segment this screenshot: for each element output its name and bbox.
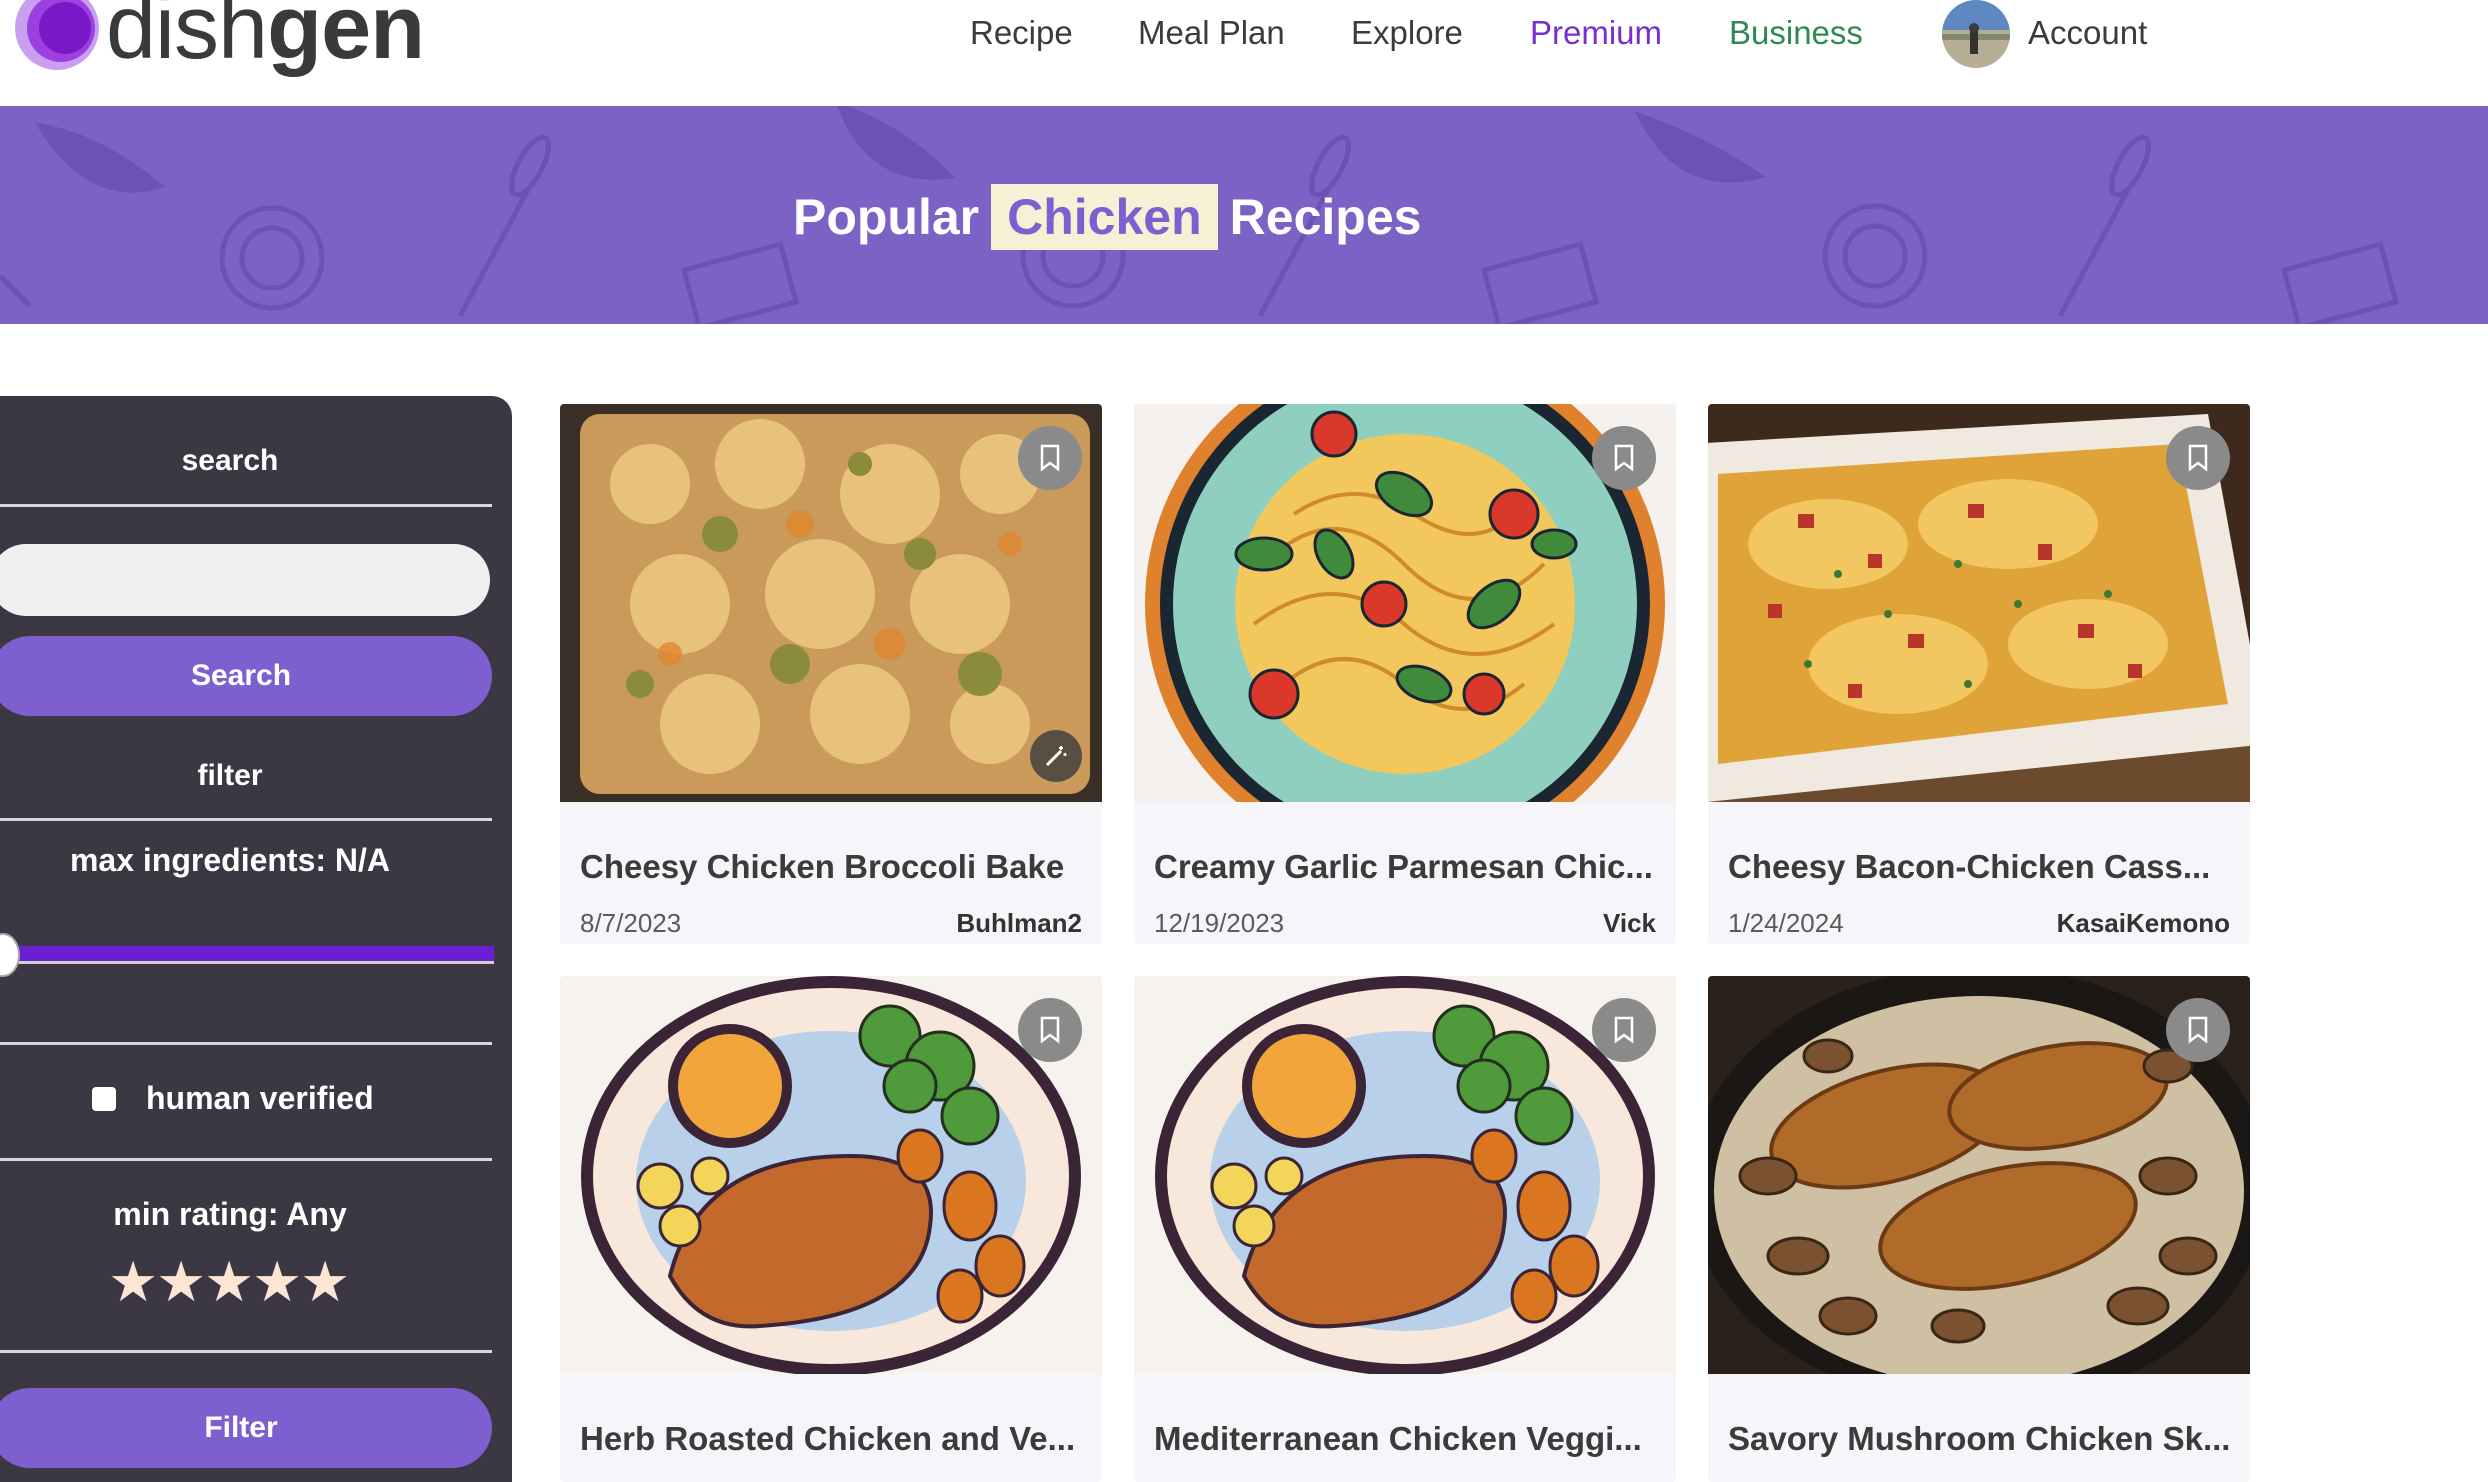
nav-premium[interactable]: Premium xyxy=(1530,14,1662,52)
recipe-date: 1/24/2024 xyxy=(1728,908,1844,938)
recipe-image-roast-chicken[interactable] xyxy=(560,976,1102,1374)
recipe-title[interactable]: Cheesy Bacon-Chicken Cass... xyxy=(1728,848,2234,886)
recipe-card[interactable]: Savory Mushroom Chicken Sk... xyxy=(1708,976,2250,1482)
bookmark-button[interactable] xyxy=(2166,998,2230,1062)
recipe-title[interactable]: Mediterranean Chicken Veggi... xyxy=(1154,1420,1660,1458)
recipe-image-casserole[interactable] xyxy=(1708,404,2250,802)
bookmark-icon xyxy=(1614,444,1634,472)
filter-sidebar: search Search filter max ingredients: N/… xyxy=(0,396,512,1482)
account-avatar[interactable] xyxy=(1942,0,2010,68)
human-verified-checkbox[interactable] xyxy=(92,1086,116,1111)
hero-banner: Popular Chicken Recipes xyxy=(0,106,2488,324)
bookmark-button[interactable] xyxy=(1018,426,1082,490)
filter-button[interactable]: Filter xyxy=(0,1388,492,1468)
recipe-card[interactable]: Cheesy Bacon-Chicken Cass... 1/24/2024 K… xyxy=(1708,404,2250,944)
bookmark-icon xyxy=(1614,1016,1634,1044)
recipe-card[interactable]: Creamy Garlic Parmesan Chic... 12/19/202… xyxy=(1134,404,1676,944)
filter-heading: filter xyxy=(197,759,263,792)
recipe-author[interactable]: KasaiKemono xyxy=(2057,908,2230,939)
bookmark-icon xyxy=(1040,1016,1060,1044)
nav-business[interactable]: Business xyxy=(1729,14,1863,52)
banner-title-highlight: Chicken xyxy=(991,184,1218,250)
recipe-date: 12/19/2023 xyxy=(1154,908,1285,938)
human-verified-row[interactable]: human verified xyxy=(92,1080,374,1117)
recipe-image-roast-chicken[interactable] xyxy=(1134,976,1676,1374)
recipe-title[interactable]: Creamy Garlic Parmesan Chic... xyxy=(1154,848,1660,886)
nav-recipe[interactable]: Recipe xyxy=(970,14,1073,52)
star-icon-4[interactable]: ★ xyxy=(252,1254,302,1310)
star-icon-2[interactable]: ★ xyxy=(156,1254,206,1310)
recipe-card[interactable]: Cheesy Chicken Broccoli Bake 8/7/2023 Bu… xyxy=(560,404,1102,944)
recipe-image-mushroom-chicken[interactable] xyxy=(1708,976,2250,1374)
nav-meal-plan[interactable]: Meal Plan xyxy=(1138,14,1285,52)
recipe-image-pasta[interactable] xyxy=(1134,404,1676,802)
nav-explore[interactable]: Explore xyxy=(1351,14,1463,52)
logo-mark-icon xyxy=(12,0,102,73)
star-icon-1[interactable]: ★ xyxy=(108,1254,158,1310)
recipe-image-broccoli-bake[interactable] xyxy=(560,404,1102,802)
banner-title-prefix: Popular xyxy=(793,189,980,245)
human-verified-label: human verified xyxy=(146,1080,374,1116)
star-icon-3[interactable]: ★ xyxy=(204,1254,254,1310)
bookmark-button[interactable] xyxy=(1592,998,1656,1062)
recipe-title[interactable]: Cheesy Chicken Broccoli Bake xyxy=(580,848,1086,886)
bookmark-button[interactable] xyxy=(1592,426,1656,490)
magic-wand-icon xyxy=(1045,746,1067,767)
rating-stars[interactable]: ★ ★ ★ ★ ★ xyxy=(108,1254,350,1310)
max-ingredients-slider-track[interactable] xyxy=(0,946,494,964)
max-ingredients-slider-thumb[interactable] xyxy=(0,933,20,977)
divider xyxy=(0,1350,492,1353)
banner-title: Popular Chicken Recipes xyxy=(793,182,1421,252)
max-ingredients-label: max ingredients: N/A xyxy=(69,842,391,878)
recipe-author[interactable]: Vick xyxy=(1603,908,1656,939)
divider xyxy=(0,1158,492,1161)
recipe-title[interactable]: Savory Mushroom Chicken Sk... xyxy=(1728,1420,2234,1458)
dishgen-logo[interactable]: dishgen xyxy=(12,0,425,78)
star-icon-5[interactable]: ★ xyxy=(300,1254,350,1310)
bookmark-icon xyxy=(1040,444,1060,472)
logo-wordmark: dishgen xyxy=(106,0,425,78)
recipe-author[interactable]: Buhlman2 xyxy=(956,908,1082,939)
divider xyxy=(0,818,492,821)
recipe-title[interactable]: Herb Roasted Chicken and Ve... xyxy=(580,1420,1086,1458)
ai-generated-badge xyxy=(1030,730,1082,782)
recipe-card[interactable]: Herb Roasted Chicken and Ve... xyxy=(560,976,1102,1482)
recipe-card[interactable]: Mediterranean Chicken Veggi... xyxy=(1134,976,1676,1482)
bookmark-icon xyxy=(2188,1016,2208,1044)
search-heading: search xyxy=(181,444,279,477)
nav-account[interactable]: Account xyxy=(2028,14,2147,52)
banner-title-suffix: Recipes xyxy=(1229,189,1422,245)
divider xyxy=(0,1042,492,1045)
recipe-date: 8/7/2023 xyxy=(580,908,682,938)
bookmark-button[interactable] xyxy=(1018,998,1082,1062)
search-input[interactable] xyxy=(0,544,490,616)
bookmark-icon xyxy=(2188,444,2208,472)
min-rating-label: min rating: Any xyxy=(113,1196,347,1232)
bookmark-button[interactable] xyxy=(2166,426,2230,490)
top-header: dishgen Recipe Meal Plan Explore Premium… xyxy=(0,0,2488,106)
search-button[interactable]: Search xyxy=(0,636,492,716)
divider xyxy=(0,504,492,507)
